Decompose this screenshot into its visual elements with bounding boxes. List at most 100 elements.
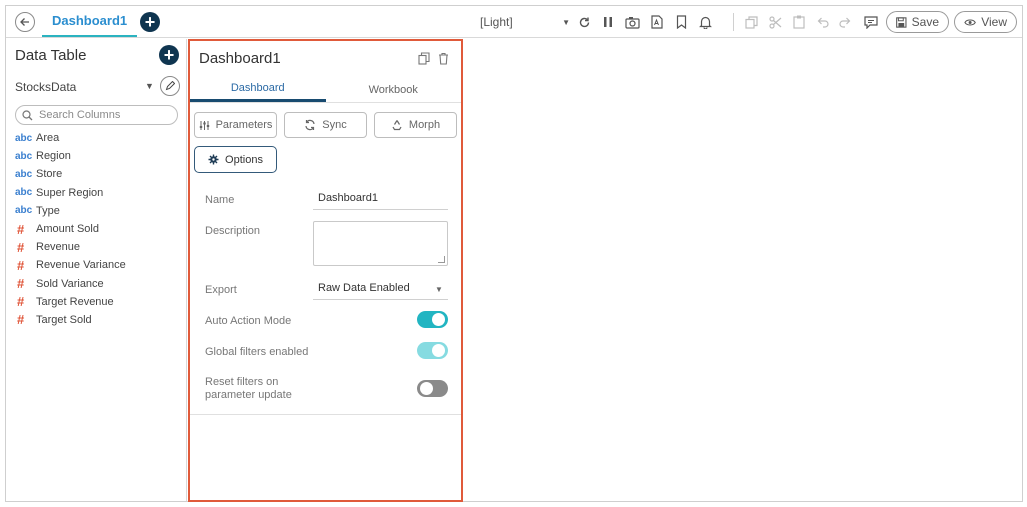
sliders-icon xyxy=(199,120,209,130)
sync-button[interactable]: Sync xyxy=(284,112,367,138)
description-textarea[interactable] xyxy=(313,221,448,266)
list-item[interactable]: # Sold Variance xyxy=(15,275,181,293)
list-item[interactable]: # Revenue Variance xyxy=(15,256,181,274)
floppy-icon xyxy=(896,16,907,28)
parameters-button[interactable]: Parameters xyxy=(194,112,277,138)
global-filters-label: Global filters enabled xyxy=(205,346,309,358)
bookmark-icon[interactable] xyxy=(672,13,690,31)
parameters-label: Parameters xyxy=(215,119,273,131)
data-table-panel: Data Table + StocksData ▼ Search Columns… xyxy=(6,39,187,501)
arrow-left-icon xyxy=(20,18,29,26)
column-name: Type xyxy=(36,204,60,217)
number-type-icon: # xyxy=(17,257,25,273)
list-item[interactable]: abc Area xyxy=(15,129,181,147)
section-divider xyxy=(190,414,461,415)
list-item[interactable]: # Target Revenue xyxy=(15,293,181,311)
undo-icon[interactable] xyxy=(814,13,832,31)
column-name: Store xyxy=(36,168,63,181)
text-type-icon: abc xyxy=(15,187,33,199)
column-name: Region xyxy=(36,150,71,163)
morph-label: Morph xyxy=(408,119,441,131)
trash-icon[interactable] xyxy=(435,50,451,66)
text-type-icon: abc xyxy=(15,168,33,180)
scissors-icon[interactable] xyxy=(766,13,784,31)
reset-filters-label-line2: parameter update xyxy=(205,389,292,401)
text-type-icon: abc xyxy=(15,150,33,162)
edit-datasource-button[interactable] xyxy=(160,76,180,96)
chevron-down-icon[interactable]: ▼ xyxy=(435,285,443,294)
tab-dashboard1[interactable]: Dashboard1 xyxy=(42,6,138,37)
recycle-icon xyxy=(392,120,402,131)
list-item[interactable]: # Revenue xyxy=(15,238,181,256)
export-label: Export xyxy=(205,284,237,296)
plus-icon: + xyxy=(144,12,156,32)
pencil-icon xyxy=(165,81,175,91)
list-item[interactable]: # Target Sold xyxy=(15,311,181,329)
top-toolbar: Dashboard1 + [Light] ▼ Save View xyxy=(6,6,1022,38)
toolbar-divider xyxy=(733,13,734,31)
theme-select[interactable]: [Light] ▼ xyxy=(480,13,570,31)
column-name: Revenue xyxy=(36,241,81,254)
column-name: Amount Sold xyxy=(36,223,99,236)
export-select[interactable]: Raw Data Enabled xyxy=(313,282,448,300)
tab-dashboard[interactable]: Dashboard xyxy=(190,77,326,102)
chevron-down-icon: ▼ xyxy=(562,17,570,27)
bell-icon[interactable] xyxy=(696,13,714,31)
reset-filters-toggle[interactable] xyxy=(417,380,448,397)
column-list: abc Area abc Region abc Store abc Super Region a… xyxy=(15,129,181,329)
snapshot-icon[interactable] xyxy=(623,13,641,31)
list-item[interactable]: abc Type xyxy=(15,202,181,220)
list-item[interactable]: abc Super Region xyxy=(15,184,181,202)
number-type-icon: # xyxy=(17,294,25,310)
list-item[interactable]: abc Store xyxy=(15,165,181,183)
number-type-icon: # xyxy=(17,276,25,292)
sync-icon xyxy=(305,119,315,131)
column-name: Target Revenue xyxy=(36,295,114,308)
theme-select-value: [Light] xyxy=(480,15,513,29)
name-label: Name xyxy=(205,194,235,206)
column-name: Revenue Variance xyxy=(36,259,126,272)
column-name: Area xyxy=(36,132,60,145)
chevron-down-icon[interactable]: ▼ xyxy=(145,81,154,91)
back-button[interactable] xyxy=(15,12,35,32)
auto-action-toggle[interactable] xyxy=(417,311,448,328)
search-icon xyxy=(22,109,33,120)
number-type-icon: # xyxy=(17,239,25,255)
view-button[interactable]: View xyxy=(954,11,1017,33)
column-name: Sold Variance xyxy=(36,277,104,290)
text-type-icon: abc xyxy=(15,132,33,144)
column-name: Super Region xyxy=(36,186,104,199)
pause-icon[interactable] xyxy=(599,13,617,31)
save-label: Save xyxy=(911,15,939,29)
global-filters-toggle[interactable] xyxy=(417,342,448,359)
datasource-value: StocksData xyxy=(15,80,77,94)
column-name: Target Sold xyxy=(36,313,92,326)
comment-icon[interactable] xyxy=(862,13,880,31)
text-type-icon: abc xyxy=(15,205,33,217)
duplicate-icon[interactable] xyxy=(742,13,760,31)
list-item[interactable]: # Amount Sold xyxy=(15,220,181,238)
view-label: View xyxy=(981,15,1007,29)
sync-label: Sync xyxy=(322,119,347,131)
search-placeholder: Search Columns xyxy=(39,109,121,121)
tab-workbook[interactable]: Workbook xyxy=(326,77,462,102)
copy-icon[interactable] xyxy=(416,50,432,66)
add-data-button[interactable]: + xyxy=(159,45,179,65)
redo-icon[interactable] xyxy=(836,13,854,31)
name-field[interactable]: Dashboard1 xyxy=(313,192,448,210)
refresh-icon[interactable] xyxy=(575,13,593,31)
options-button[interactable]: Options xyxy=(194,146,277,173)
number-type-icon: # xyxy=(17,221,25,237)
pdf-icon[interactable] xyxy=(648,13,666,31)
app-window: Dashboard1 + [Light] ▼ Save View Data Ta… xyxy=(5,5,1023,502)
datasource-select[interactable]: StocksData xyxy=(15,77,181,97)
morph-button[interactable]: Morph xyxy=(374,112,457,138)
save-button[interactable]: Save xyxy=(886,11,949,33)
list-item[interactable]: abc Region xyxy=(15,147,181,165)
reset-filters-label-line1: Reset filters on xyxy=(205,376,279,388)
auto-action-label: Auto Action Mode xyxy=(205,315,292,327)
reset-filters-label: Reset filters on parameter update xyxy=(205,376,292,402)
add-dashboard-button[interactable]: + xyxy=(140,12,160,32)
search-columns-input[interactable]: Search Columns xyxy=(15,105,178,125)
paste-icon[interactable] xyxy=(790,13,808,31)
